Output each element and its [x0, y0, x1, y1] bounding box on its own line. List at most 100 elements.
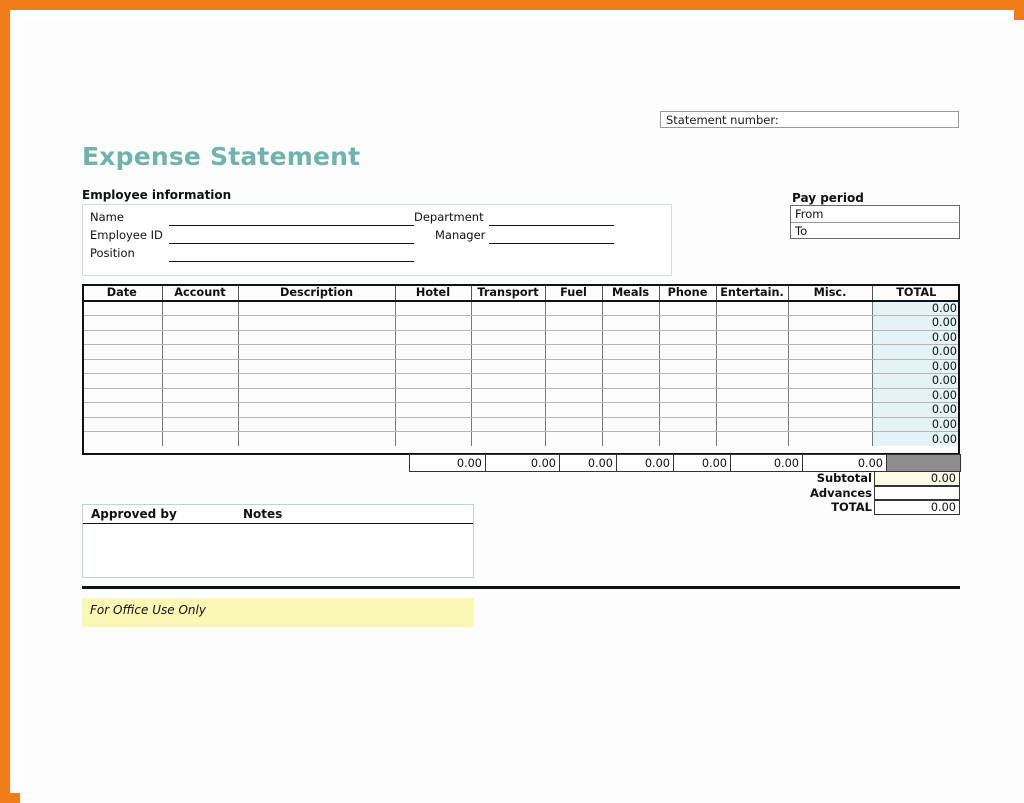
- cell-fuel[interactable]: [545, 373, 603, 389]
- table-row[interactable]: 0.00: [82, 431, 960, 446]
- cell-transport[interactable]: [471, 359, 546, 374]
- cell-hotel[interactable]: [395, 431, 472, 446]
- cell-fuel[interactable]: [545, 431, 603, 446]
- cell-date[interactable]: [82, 301, 163, 316]
- cell-account[interactable]: [162, 388, 239, 403]
- cell-description[interactable]: [238, 344, 396, 360]
- cell-hotel[interactable]: [395, 388, 472, 403]
- cell-transport[interactable]: [471, 431, 546, 446]
- cell-transport[interactable]: [471, 373, 546, 389]
- cell-entertain[interactable]: [716, 402, 789, 418]
- cell-phone[interactable]: [659, 402, 717, 418]
- table-row[interactable]: 0.00: [82, 359, 960, 374]
- cell-description[interactable]: [238, 359, 396, 374]
- cell-phone[interactable]: [659, 330, 717, 345]
- cell-phone[interactable]: [659, 315, 717, 331]
- cell-description[interactable]: [238, 402, 396, 418]
- cell-entertain[interactable]: [716, 431, 789, 446]
- table-row[interactable]: 0.00: [82, 417, 960, 432]
- cell-hotel[interactable]: [395, 344, 472, 360]
- table-row[interactable]: 0.00: [82, 388, 960, 403]
- cell-fuel[interactable]: [545, 301, 603, 316]
- pay-period-from-row[interactable]: From: [791, 206, 959, 223]
- table-row[interactable]: 0.00: [82, 402, 960, 418]
- cell-entertain[interactable]: [716, 315, 789, 331]
- cell-phone[interactable]: [659, 301, 717, 316]
- cell-misc[interactable]: [788, 388, 873, 403]
- input-name[interactable]: [169, 225, 414, 226]
- cell-account[interactable]: [162, 315, 239, 331]
- cell-account[interactable]: [162, 402, 239, 418]
- cell-fuel[interactable]: [545, 330, 603, 345]
- cell-phone[interactable]: [659, 388, 717, 403]
- cell-hotel[interactable]: [395, 359, 472, 374]
- cell-hotel[interactable]: [395, 402, 472, 418]
- cell-misc[interactable]: [788, 344, 873, 360]
- cell-meals[interactable]: [602, 301, 660, 316]
- cell-meals[interactable]: [602, 388, 660, 403]
- cell-phone[interactable]: [659, 359, 717, 374]
- cell-phone[interactable]: [659, 431, 717, 446]
- cell-meals[interactable]: [602, 359, 660, 374]
- cell-hotel[interactable]: [395, 315, 472, 331]
- cell-transport[interactable]: [471, 388, 546, 403]
- input-employee-id[interactable]: [169, 243, 414, 244]
- cell-description[interactable]: [238, 388, 396, 403]
- input-department[interactable]: [489, 225, 614, 226]
- cell-misc[interactable]: [788, 402, 873, 418]
- cell-phone[interactable]: [659, 373, 717, 389]
- cell-meals[interactable]: [602, 344, 660, 360]
- table-row[interactable]: 0.00: [82, 373, 960, 389]
- cell-fuel[interactable]: [545, 359, 603, 374]
- cell-entertain[interactable]: [716, 388, 789, 403]
- cell-description[interactable]: [238, 373, 396, 389]
- input-manager[interactable]: [489, 243, 614, 244]
- cell-transport[interactable]: [471, 301, 546, 316]
- cell-account[interactable]: [162, 417, 239, 432]
- cell-transport[interactable]: [471, 417, 546, 432]
- table-row[interactable]: 0.00: [82, 301, 960, 316]
- cell-transport[interactable]: [471, 315, 546, 331]
- cell-date[interactable]: [82, 431, 163, 446]
- cell-date[interactable]: [82, 417, 163, 432]
- cell-account[interactable]: [162, 431, 239, 446]
- pay-period-to-row[interactable]: To: [791, 223, 959, 240]
- cell-misc[interactable]: [788, 330, 873, 345]
- cell-misc[interactable]: [788, 301, 873, 316]
- statement-number-field[interactable]: Statement number:: [660, 111, 959, 128]
- table-row[interactable]: 0.00: [82, 330, 960, 345]
- cell-date[interactable]: [82, 388, 163, 403]
- cell-meals[interactable]: [602, 330, 660, 345]
- approval-box[interactable]: Approved by Notes: [82, 504, 474, 578]
- cell-transport[interactable]: [471, 402, 546, 418]
- cell-phone[interactable]: [659, 417, 717, 432]
- cell-hotel[interactable]: [395, 301, 472, 316]
- cell-date[interactable]: [82, 315, 163, 331]
- cell-hotel[interactable]: [395, 330, 472, 345]
- cell-misc[interactable]: [788, 315, 873, 331]
- cell-meals[interactable]: [602, 431, 660, 446]
- cell-hotel[interactable]: [395, 373, 472, 389]
- cell-meals[interactable]: [602, 373, 660, 389]
- cell-account[interactable]: [162, 330, 239, 345]
- input-position[interactable]: [169, 261, 414, 262]
- cell-description[interactable]: [238, 315, 396, 331]
- cell-account[interactable]: [162, 301, 239, 316]
- cell-fuel[interactable]: [545, 417, 603, 432]
- cell-entertain[interactable]: [716, 301, 789, 316]
- cell-misc[interactable]: [788, 417, 873, 432]
- cell-meals[interactable]: [602, 315, 660, 331]
- cell-entertain[interactable]: [716, 344, 789, 360]
- cell-account[interactable]: [162, 373, 239, 389]
- cell-entertain[interactable]: [716, 417, 789, 432]
- cell-description[interactable]: [238, 330, 396, 345]
- table-row[interactable]: 0.00: [82, 344, 960, 360]
- cell-date[interactable]: [82, 402, 163, 418]
- cell-description[interactable]: [238, 417, 396, 432]
- cell-entertain[interactable]: [716, 359, 789, 374]
- cell-misc[interactable]: [788, 359, 873, 374]
- cell-transport[interactable]: [471, 344, 546, 360]
- cell-phone[interactable]: [659, 344, 717, 360]
- cell-fuel[interactable]: [545, 402, 603, 418]
- cell-account[interactable]: [162, 344, 239, 360]
